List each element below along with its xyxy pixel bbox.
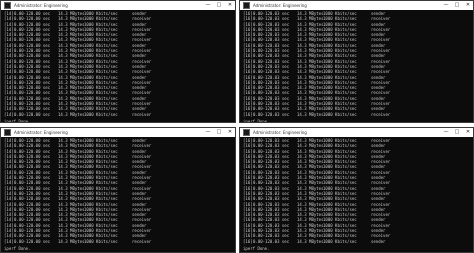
interval: 0.00-120.03 sec bbox=[253, 111, 290, 117]
bandwidth: 1000 Kbits/sec bbox=[84, 111, 118, 117]
interval: 0.00-120.03 sec bbox=[253, 238, 290, 244]
role: receiver bbox=[371, 111, 391, 117]
console-prompt: iperf Done. bbox=[4, 118, 31, 123]
console-line: [16] 0.00-120.03 sec 14.3 MBytes 1000 Kbits… bbox=[243, 112, 470, 117]
window-titlebar[interactable]: Administrator: Engineering — □ ✕ bbox=[1, 1, 235, 10]
terminal-window-bottom-right[interactable]: Administrator: Engineering — □ ✕ [16] 0.0… bbox=[239, 127, 474, 253]
maximize-button[interactable]: □ bbox=[216, 129, 222, 136]
role: receiver bbox=[132, 238, 152, 244]
stream-id: [16] bbox=[243, 238, 253, 244]
interval: 0.00-120.00 sec bbox=[14, 238, 51, 244]
role: receiver bbox=[132, 111, 152, 117]
bandwidth: 1000 Kbits/sec bbox=[84, 238, 118, 244]
maximize-button[interactable]: □ bbox=[454, 2, 460, 9]
interval: 0.00-120.00 sec bbox=[14, 111, 51, 117]
close-button[interactable]: ✕ bbox=[465, 2, 471, 9]
bandwidth: 1000 Kbits/sec bbox=[323, 111, 357, 117]
window-title: Administrator: Engineering bbox=[253, 130, 307, 135]
console-output[interactable]: [16] 0.00-120.03 sec 14.3 MBytes 1000 Kbits… bbox=[240, 10, 473, 123]
maximize-button[interactable]: □ bbox=[216, 2, 222, 9]
terminal-icon bbox=[4, 129, 11, 136]
console-line: [14] 0.00-120.00 sec 14.3 MBytes 1000 Kbits… bbox=[4, 112, 232, 117]
minimize-button[interactable]: — bbox=[205, 2, 211, 9]
window-controls: — □ ✕ bbox=[443, 129, 471, 136]
transfer: 14.3 MBytes bbox=[58, 111, 85, 117]
window-controls: — □ ✕ bbox=[443, 2, 471, 9]
stream-id: [14] bbox=[4, 238, 14, 244]
console-prompt: iperf Done. bbox=[243, 118, 270, 123]
terminal-window-top-left[interactable]: Administrator: Engineering — □ ✕ [14] 0.0… bbox=[0, 0, 236, 123]
window-title: Administrator: Engineering bbox=[253, 3, 307, 8]
window-titlebar[interactable]: Administrator: Engineering — □ ✕ bbox=[240, 1, 473, 10]
close-button[interactable]: ✕ bbox=[227, 129, 233, 136]
window-titlebar[interactable]: Administrator: Engineering — □ ✕ bbox=[1, 128, 235, 137]
console-output[interactable]: [16] 0.00-120.03 sec 14.3 MBytes 1000 Kbits… bbox=[240, 137, 473, 252]
transfer: 14.3 MBytes bbox=[297, 238, 324, 244]
minimize-button[interactable]: — bbox=[443, 2, 449, 9]
console-prompt: iperf Done. bbox=[243, 245, 270, 251]
window-title: Administrator: Engineering bbox=[14, 130, 68, 135]
window-controls: — □ ✕ bbox=[205, 129, 233, 136]
terminal-icon bbox=[243, 129, 250, 136]
terminal-window-top-right[interactable]: Administrator: Engineering — □ ✕ [16] 0.0… bbox=[239, 0, 474, 123]
close-button[interactable]: ✕ bbox=[227, 2, 233, 9]
role: sender bbox=[371, 238, 386, 244]
window-titlebar[interactable]: Administrator: Engineering — □ ✕ bbox=[240, 128, 473, 137]
stream-id: [16] bbox=[243, 111, 253, 117]
maximize-button[interactable]: □ bbox=[454, 129, 460, 136]
minimize-button[interactable]: — bbox=[205, 129, 211, 136]
terminal-window-bottom-left[interactable]: Administrator: Engineering — □ ✕ [14] 0.0… bbox=[0, 127, 236, 253]
bandwidth: 1000 Kbits/sec bbox=[323, 238, 357, 244]
console-line: [16] 0.00-120.03 sec 14.3 MBytes 1000 Kbits… bbox=[243, 239, 470, 244]
terminal-icon bbox=[4, 2, 11, 9]
window-title: Administrator: Engineering bbox=[14, 3, 68, 8]
minimize-button[interactable]: — bbox=[443, 129, 449, 136]
close-button[interactable]: ✕ bbox=[465, 129, 471, 136]
console-line: [14] 0.00-120.00 sec 14.3 MBytes 1000 Kbits… bbox=[4, 239, 232, 244]
console-prompt: iperf Done. bbox=[4, 245, 31, 251]
stream-id: [14] bbox=[4, 111, 14, 117]
terminal-icon bbox=[243, 2, 250, 9]
transfer: 14.3 MBytes bbox=[297, 111, 324, 117]
console-output[interactable]: [14] 0.00-120.00 sec 14.3 MBytes 1000 Kbits… bbox=[1, 10, 235, 123]
window-controls: — □ ✕ bbox=[205, 2, 233, 9]
transfer: 14.3 MBytes bbox=[58, 238, 85, 244]
console-output[interactable]: [14] 0.00-120.00 sec 14.3 MBytes 1000 Kbits… bbox=[1, 137, 235, 252]
